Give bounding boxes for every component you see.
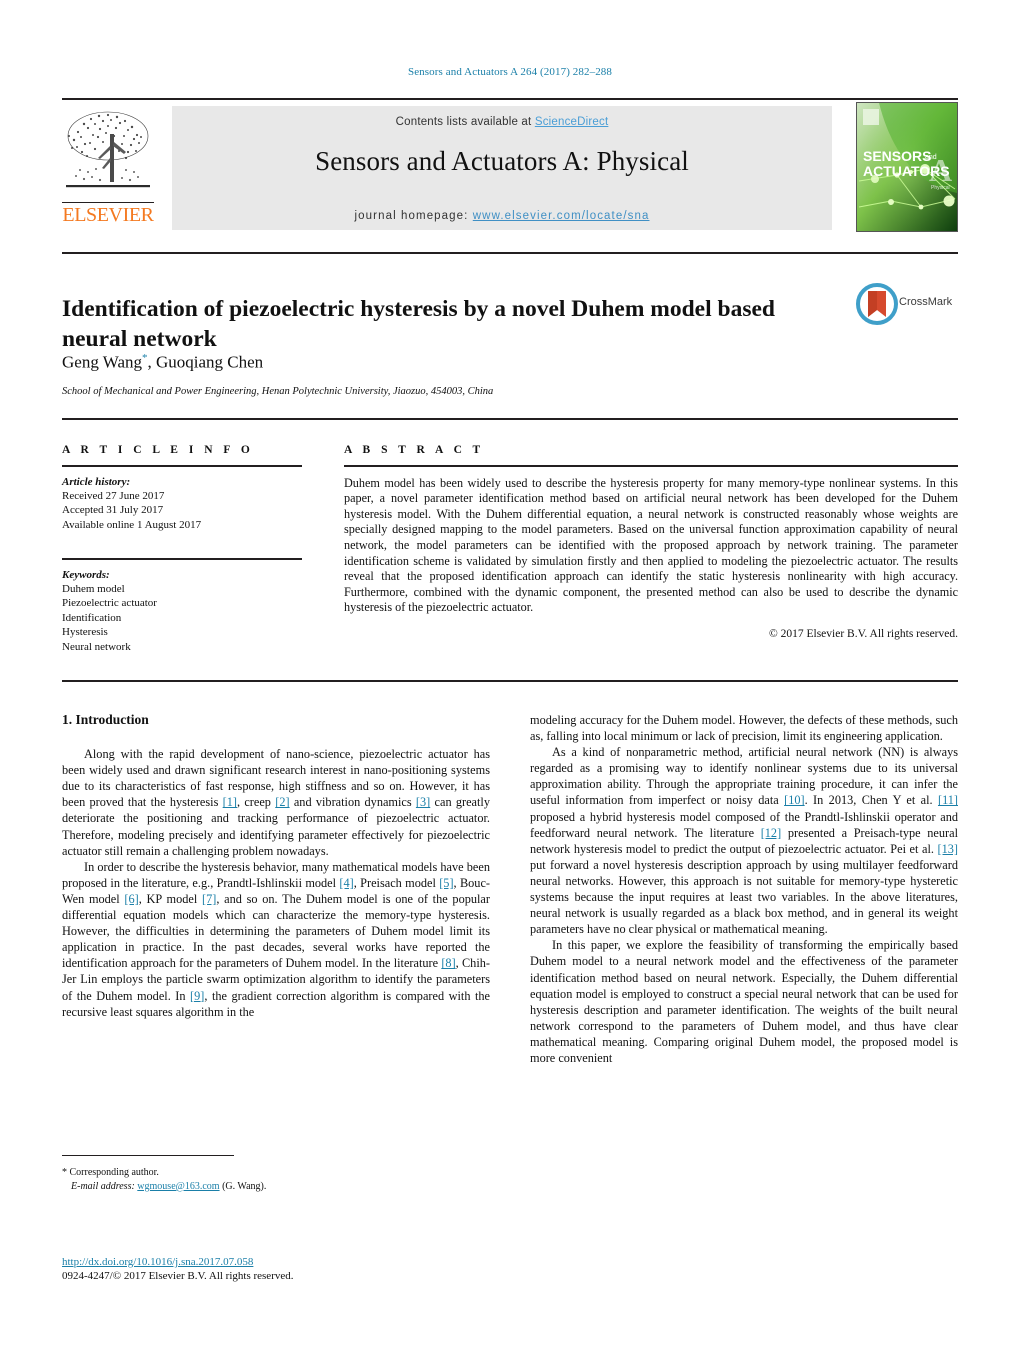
issn-copyright-line: 0924-4247/© 2017 Elsevier B.V. All right… xyxy=(62,1270,294,1282)
abstract-heading: A B S T R A C T xyxy=(344,444,485,456)
body-paragraph: As a kind of nonparametric method, artif… xyxy=(530,744,958,937)
contents-prefix: Contents lists available at xyxy=(395,116,535,128)
abstract-copyright: © 2017 Elsevier B.V. All rights reserved… xyxy=(769,628,958,641)
elsevier-logo: ELSEVIER xyxy=(62,106,154,230)
title-top-rule xyxy=(62,252,958,254)
doi-link[interactable]: http://dx.doi.org/10.1016/j.sna.2017.07.… xyxy=(62,1256,253,1268)
body-paragraph: modeling accuracy for the Duhem model. H… xyxy=(530,712,958,744)
crossmark-icon xyxy=(856,283,898,325)
left-paragraphs: Along with the rapid development of nano… xyxy=(62,746,490,1020)
footnote-marker: * xyxy=(62,1167,67,1178)
abstract-block: A B S T R A C T Duhem model has been wid… xyxy=(344,444,958,640)
affiliation: School of Mechanical and Power Engineeri… xyxy=(62,386,494,397)
journal-homepage-line: journal homepage: www.elsevier.com/locat… xyxy=(172,210,832,222)
elsevier-tree-icon xyxy=(64,106,152,198)
email-link[interactable]: wgmouse@163.com xyxy=(137,1181,219,1192)
article-info-block: A R T I C L E I N F O Article history: R… xyxy=(62,444,302,654)
footer-block: http://dx.doi.org/10.1016/j.sna.2017.07.… xyxy=(62,1255,562,1283)
sciencedirect-link[interactable]: ScienceDirect xyxy=(535,116,609,128)
page-title: Identification of piezoelectric hysteres… xyxy=(62,295,775,352)
abstract-text: Duhem model has been widely used to desc… xyxy=(344,475,958,615)
journal-cover-thumbnail: SENSORS and ACTUATORS A Physical xyxy=(856,102,958,232)
citation-link[interactable]: [10] xyxy=(784,793,805,807)
citation-link[interactable]: [13] xyxy=(938,842,959,856)
article-history-label: Article history: xyxy=(62,475,131,488)
citation-link[interactable]: [3] xyxy=(416,795,430,809)
keyword-item: Piezoelectric actuator xyxy=(62,597,157,610)
paragraph-text: and vibration dynamics xyxy=(289,795,416,810)
author-primary: Geng Wang xyxy=(62,352,142,372)
keyword-item: Duhem model xyxy=(62,582,125,595)
citation-link[interactable]: [6] xyxy=(124,892,138,906)
journal-masthead: ELSEVIER Contents lists available at Sci… xyxy=(62,98,958,232)
masthead-center-panel: Contents lists available at ScienceDirec… xyxy=(172,106,832,230)
journal-homepage-link[interactable]: www.elsevier.com/locate/sna xyxy=(473,210,650,222)
footnote-rule xyxy=(62,1155,234,1156)
masthead-top-rule xyxy=(62,98,958,100)
paragraph-text: , KP model xyxy=(138,891,202,906)
paper-page: Sensors and Actuators A 264 (2017) 282–2… xyxy=(0,0,1020,1351)
crossmark-badge[interactable]: CrossMark xyxy=(855,282,965,328)
article-history-online: Available online 1 August 2017 xyxy=(62,518,202,531)
paragraph-text: , Preisach model xyxy=(353,875,440,890)
paragraph-text: . In 2013, Chen Y et al. xyxy=(804,793,938,808)
keyword-item: Identification xyxy=(62,611,122,624)
article-history-received: Received 27 June 2017 xyxy=(62,489,165,502)
author-list: Geng Wang*, Guoqiang Chen xyxy=(62,352,263,373)
citation-link[interactable]: [12] xyxy=(761,826,782,840)
paragraph-text: , creep xyxy=(237,795,276,810)
corresponding-author-text: Corresponding author. xyxy=(69,1167,159,1178)
article-history-accepted: Accepted 31 July 2017 xyxy=(62,504,164,517)
paragraph-text: put forward a novel hysteresis descripti… xyxy=(530,857,958,937)
corresponding-author-note: * Corresponding author. xyxy=(62,1166,490,1180)
citation-link[interactable]: [7] xyxy=(202,892,216,906)
citation-link[interactable]: [1] xyxy=(223,795,237,809)
keyword-item: Neural network xyxy=(62,640,131,653)
homepage-prefix: journal homepage: xyxy=(354,210,473,222)
citation-link[interactable]: [11] xyxy=(938,793,958,807)
journal-title: Sensors and Actuators A: Physical xyxy=(315,146,689,176)
body-paragraph: In this paper, we explore the feasibilit… xyxy=(530,937,958,1066)
right-paragraphs: modeling accuracy for the Duhem model. H… xyxy=(530,712,958,1066)
paragraph-text: In this paper, we explore the feasibilit… xyxy=(530,938,958,1065)
email-note: E-mail address: wgmouse@163.com (G. Wang… xyxy=(62,1180,490,1194)
citation-link[interactable]: [5] xyxy=(439,876,453,890)
author-secondary: , Guoqiang Chen xyxy=(147,352,264,372)
keyword-item: Hysteresis xyxy=(62,626,108,639)
svg-text:SENSORS: SENSORS xyxy=(863,148,931,164)
paragraph-text: modeling accuracy for the Duhem model. H… xyxy=(530,713,958,744)
footnote-block: * Corresponding author. E-mail address: … xyxy=(62,1166,490,1193)
crossmark-label: CrossMark xyxy=(899,296,953,308)
svg-text:Physical: Physical xyxy=(931,185,950,191)
article-info-rule xyxy=(62,465,302,467)
running-head: Sensors and Actuators A 264 (2017) 282–2… xyxy=(407,66,613,78)
svg-text:A: A xyxy=(929,152,952,188)
keywords-rule xyxy=(62,558,302,560)
abstract-top-rule xyxy=(62,418,958,420)
abstract-rule xyxy=(344,465,958,467)
email-label: E-mail address: xyxy=(71,1180,135,1192)
article-info-heading: A R T I C L E I N F O xyxy=(62,444,254,456)
abstract-bottom-rule xyxy=(62,680,958,682)
email-suffix: (G. Wang). xyxy=(222,1180,267,1192)
keywords-label: Keywords: xyxy=(62,568,110,581)
citation-link[interactable]: [9] xyxy=(190,989,204,1003)
elsevier-wordmark: ELSEVIER xyxy=(62,202,154,226)
body-column-right: modeling accuracy for the Duhem model. H… xyxy=(530,712,958,1066)
section-heading-introduction: 1. Introduction xyxy=(62,712,149,727)
citation-link[interactable]: [2] xyxy=(275,795,289,809)
body-column-left: 1. Introduction Along with the rapid dev… xyxy=(62,712,490,1020)
contents-available-line: Contents lists available at ScienceDirec… xyxy=(172,116,832,128)
body-paragraph: Along with the rapid development of nano… xyxy=(62,746,490,859)
citation-link[interactable]: [8] xyxy=(441,956,455,970)
body-paragraph: In order to describe the hysteresis beha… xyxy=(62,859,490,1020)
citation-link[interactable]: [4] xyxy=(339,876,353,890)
